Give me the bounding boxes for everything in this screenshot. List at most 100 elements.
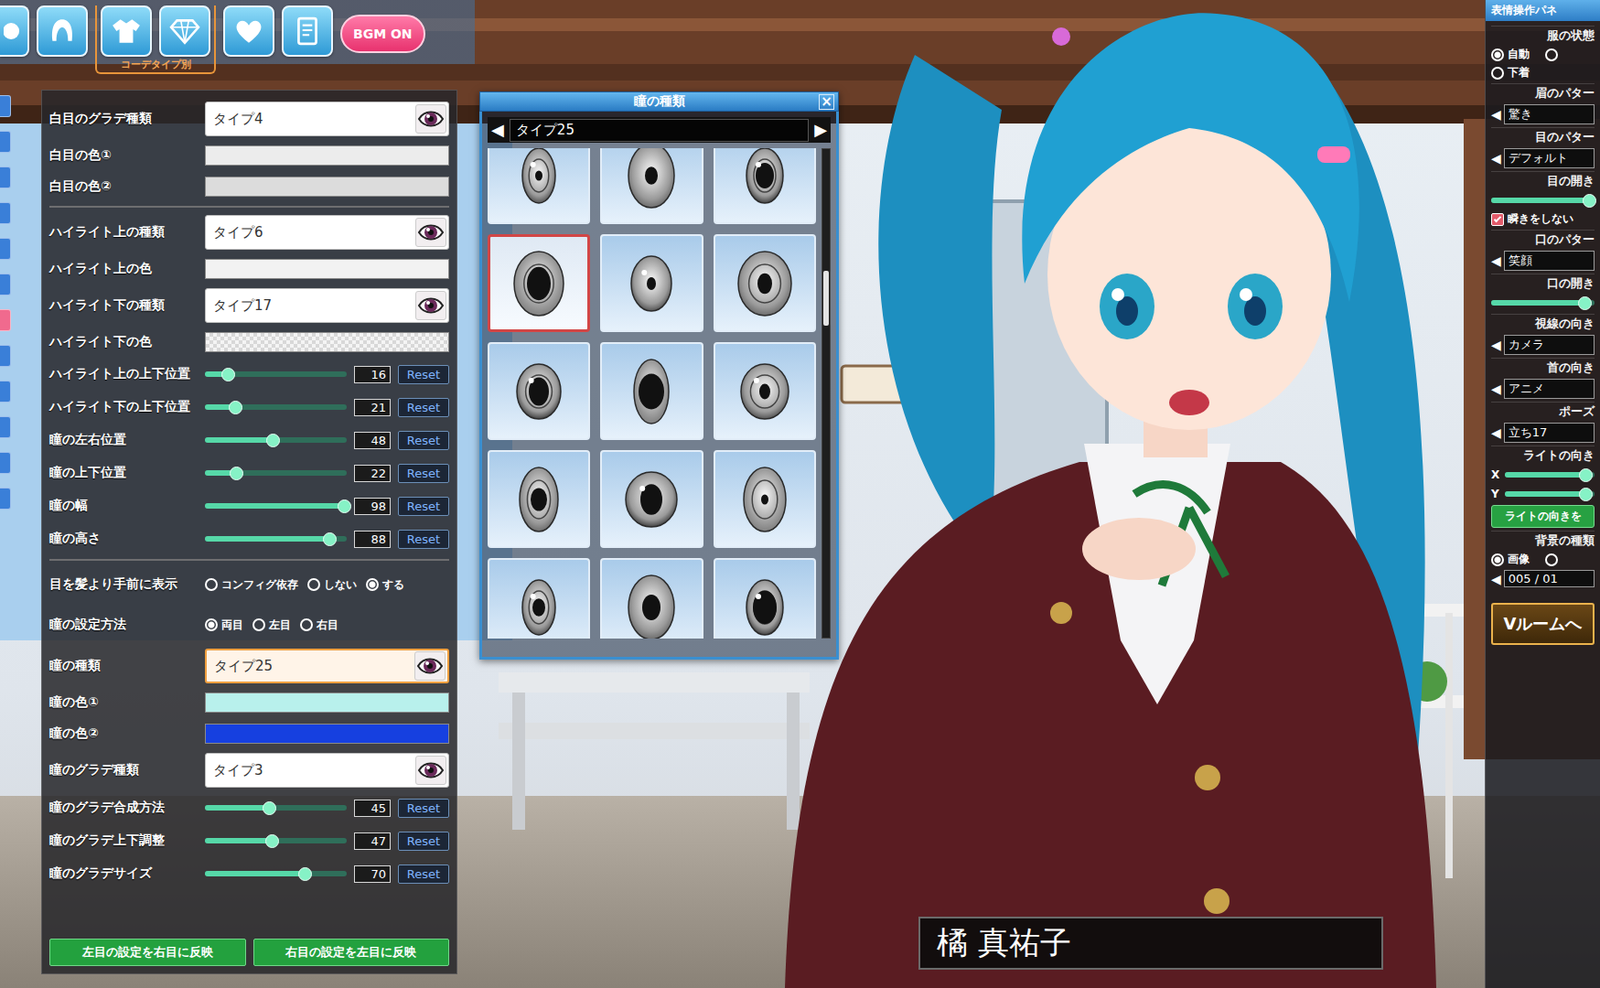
color-swatch[interactable] bbox=[204, 723, 450, 744]
radio-option[interactable]: する bbox=[365, 577, 405, 593]
value-field[interactable]: 88 bbox=[354, 530, 391, 548]
slider-handle[interactable] bbox=[1578, 487, 1593, 502]
option-selector[interactable]: ◀005 / 01 bbox=[1491, 569, 1595, 588]
pupil-thumbnail[interactable] bbox=[487, 450, 591, 548]
pupil-thumbnail[interactable] bbox=[713, 234, 817, 333]
prev-arrow[interactable]: ◀ bbox=[1491, 150, 1502, 166]
pupil-thumbnail[interactable] bbox=[713, 450, 817, 548]
side-tab[interactable] bbox=[0, 95, 11, 118]
reset-button[interactable]: Reset bbox=[397, 496, 450, 516]
value-field[interactable]: 47 bbox=[354, 832, 391, 850]
radio-circle[interactable] bbox=[252, 618, 266, 632]
option-selector[interactable]: ◀立ち17 bbox=[1491, 422, 1595, 443]
prev-arrow[interactable]: ◀ bbox=[1491, 107, 1502, 122]
side-tab[interactable] bbox=[0, 416, 11, 439]
next-button[interactable]: ▶ bbox=[814, 121, 827, 139]
reset-button[interactable]: Reset bbox=[397, 529, 450, 549]
radio-circle[interactable] bbox=[204, 578, 218, 591]
category-button[interactable] bbox=[281, 5, 333, 57]
pupil-thumbnail[interactable] bbox=[487, 558, 591, 639]
slider-handle[interactable] bbox=[228, 400, 243, 415]
side-tab[interactable] bbox=[0, 202, 11, 225]
category-button[interactable] bbox=[36, 5, 88, 57]
pupil-thumbnail[interactable] bbox=[713, 342, 817, 441]
radio-option[interactable] bbox=[1545, 551, 1596, 568]
radio-circle[interactable] bbox=[204, 618, 218, 632]
radio-option[interactable]: 両目 bbox=[204, 617, 244, 634]
value-field[interactable]: 22 bbox=[354, 464, 391, 483]
slider-track[interactable] bbox=[204, 503, 347, 509]
slider-handle[interactable] bbox=[337, 499, 352, 514]
radio-option[interactable]: 左目 bbox=[252, 617, 291, 634]
mirror-button[interactable]: 右目の設定を左目に反映 bbox=[253, 938, 451, 967]
radio-circle[interactable] bbox=[1491, 48, 1504, 62]
reset-button[interactable]: Reset bbox=[397, 463, 450, 484]
reset-button[interactable]: Reset bbox=[397, 397, 450, 418]
bgm-toggle[interactable]: BGM ON bbox=[340, 14, 426, 54]
slider-handle[interactable] bbox=[265, 834, 280, 849]
slider-track[interactable] bbox=[204, 371, 347, 377]
slider-track[interactable] bbox=[204, 404, 347, 410]
slider-track[interactable] bbox=[204, 437, 347, 443]
side-tab[interactable] bbox=[0, 451, 11, 474]
value-field[interactable]: 48 bbox=[354, 431, 391, 450]
category-button[interactable] bbox=[159, 5, 211, 57]
radio-option[interactable]: 下着 bbox=[1491, 64, 1542, 81]
radio-circle[interactable] bbox=[365, 578, 379, 591]
color-swatch[interactable] bbox=[204, 692, 450, 713]
category-button[interactable] bbox=[100, 5, 152, 57]
category-button[interactable] bbox=[223, 5, 275, 57]
slider-handle[interactable] bbox=[1578, 296, 1592, 311]
radio-circle[interactable] bbox=[1545, 48, 1558, 62]
reset-button[interactable]: Reset bbox=[397, 430, 450, 451]
pupil-thumbnail[interactable] bbox=[600, 342, 703, 441]
prev-arrow[interactable]: ◀ bbox=[1491, 253, 1502, 269]
type-select[interactable]: タイプ17 bbox=[204, 288, 450, 323]
scroll-thumb[interactable] bbox=[823, 270, 829, 326]
slider-track[interactable] bbox=[1504, 491, 1595, 497]
slider-handle[interactable] bbox=[322, 532, 337, 547]
side-tab[interactable] bbox=[0, 309, 11, 332]
value-field[interactable]: 70 bbox=[354, 865, 391, 883]
type-select[interactable]: タイプ25 bbox=[204, 648, 450, 684]
pupil-thumbnail[interactable] bbox=[713, 558, 817, 639]
radio-circle[interactable] bbox=[1491, 553, 1504, 567]
side-tab[interactable] bbox=[0, 487, 11, 510]
pupil-thumbnail[interactable] bbox=[600, 450, 703, 548]
slider-track[interactable] bbox=[204, 837, 347, 844]
color-swatch[interactable] bbox=[204, 145, 450, 166]
option-selector[interactable]: ◀アニメ bbox=[1491, 378, 1595, 399]
reset-button[interactable]: Reset bbox=[397, 365, 450, 385]
option-selector[interactable]: ◀カメラ bbox=[1491, 334, 1595, 355]
radio-circle[interactable] bbox=[1545, 553, 1558, 567]
slider-track[interactable] bbox=[1491, 300, 1595, 306]
side-tab[interactable] bbox=[0, 166, 11, 189]
reset-button[interactable]: Reset bbox=[397, 864, 450, 884]
slider-handle[interactable] bbox=[1582, 193, 1597, 208]
value-field[interactable]: 45 bbox=[354, 799, 391, 817]
option-selector[interactable]: ◀デフォルト bbox=[1491, 148, 1595, 169]
radio-option[interactable] bbox=[1545, 46, 1596, 63]
side-tab[interactable] bbox=[0, 344, 11, 367]
side-tab[interactable] bbox=[0, 273, 11, 296]
slider-handle[interactable] bbox=[221, 367, 236, 382]
pupil-thumbnail[interactable] bbox=[487, 234, 591, 333]
pupil-thumbnail[interactable] bbox=[600, 234, 703, 333]
reset-button[interactable]: Reset bbox=[397, 798, 450, 818]
pupil-thumbnail[interactable] bbox=[487, 342, 591, 441]
slider-track[interactable] bbox=[204, 536, 347, 542]
value-field[interactable]: 16 bbox=[354, 365, 391, 384]
side-tab[interactable] bbox=[0, 380, 11, 403]
prev-arrow[interactable]: ◀ bbox=[1491, 381, 1502, 397]
reset-button[interactable]: Reset bbox=[397, 831, 450, 851]
radio-circle[interactable] bbox=[307, 578, 321, 591]
prev-arrow[interactable]: ◀ bbox=[1491, 571, 1502, 587]
prev-arrow[interactable]: ◀ bbox=[1491, 337, 1502, 353]
prev-arrow[interactable]: ◀ bbox=[1491, 425, 1502, 441]
pupil-thumbnail[interactable] bbox=[487, 148, 591, 225]
value-field[interactable]: 21 bbox=[354, 398, 391, 417]
window-header[interactable]: 瞳の種類× bbox=[479, 91, 839, 112]
radio-circle[interactable] bbox=[1491, 66, 1504, 80]
radio-option[interactable]: 自動 bbox=[1491, 46, 1542, 63]
type-select[interactable]: タイプ4 bbox=[204, 101, 450, 137]
